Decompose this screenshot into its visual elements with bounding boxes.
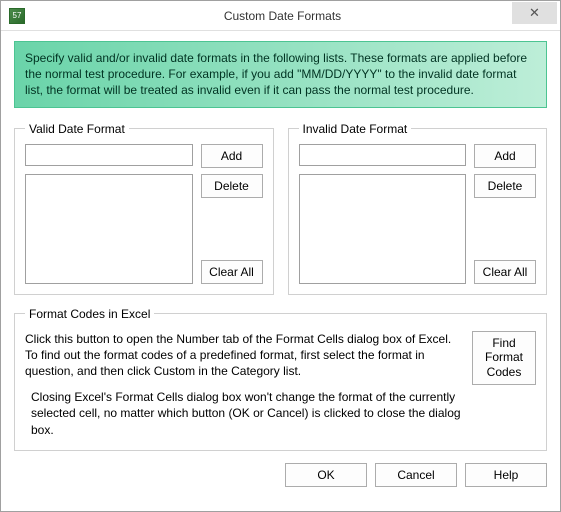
invalid-add-button[interactable]: Add [474,144,536,168]
titlebar: 57 Custom Date Formats ✕ [1,1,560,31]
codes-paragraph-1: Click this button to open the Number tab… [25,331,462,380]
valid-format-input[interactable] [25,144,193,166]
invalid-format-list[interactable] [299,174,467,284]
valid-clear-all-button[interactable]: Clear All [201,260,263,284]
invalid-format-input[interactable] [299,144,467,166]
close-button[interactable]: ✕ [512,2,557,24]
codes-legend: Format Codes in Excel [25,307,154,321]
formats-row: Valid Date Format Add Delete Clear All I… [14,122,547,295]
invalid-delete-button[interactable]: Delete [474,174,536,198]
invalid-clear-all-button[interactable]: Clear All [474,260,536,284]
dialog-body: Specify valid and/or invalid date format… [1,31,560,511]
cancel-button[interactable]: Cancel [375,463,457,487]
valid-legend: Valid Date Format [25,122,129,136]
invalid-legend: Invalid Date Format [299,122,412,136]
info-banner: Specify valid and/or invalid date format… [14,41,547,108]
valid-format-list[interactable] [25,174,193,284]
codes-inner: Click this button to open the Number tab… [25,331,536,438]
app-icon: 57 [9,8,25,24]
format-codes-group: Format Codes in Excel Click this button … [14,307,547,451]
valid-add-button[interactable]: Add [201,144,263,168]
help-button[interactable]: Help [465,463,547,487]
close-icon: ✕ [529,5,540,21]
valid-grid: Add Delete Clear All [25,144,263,284]
codes-paragraph-2: Closing Excel's Format Cells dialog box … [31,389,462,438]
dialog-button-row: OK Cancel Help [14,451,547,487]
invalid-format-group: Invalid Date Format Add Delete Clear All [288,122,548,295]
valid-format-group: Valid Date Format Add Delete Clear All [14,122,274,295]
codes-text: Click this button to open the Number tab… [25,331,462,438]
find-format-codes-button[interactable]: Find Format Codes [472,331,536,385]
window-title: Custom Date Formats [25,9,560,23]
invalid-grid: Add Delete Clear All [299,144,537,284]
valid-delete-button[interactable]: Delete [201,174,263,198]
dialog-window: 57 Custom Date Formats ✕ Specify valid a… [0,0,561,512]
ok-button[interactable]: OK [285,463,367,487]
